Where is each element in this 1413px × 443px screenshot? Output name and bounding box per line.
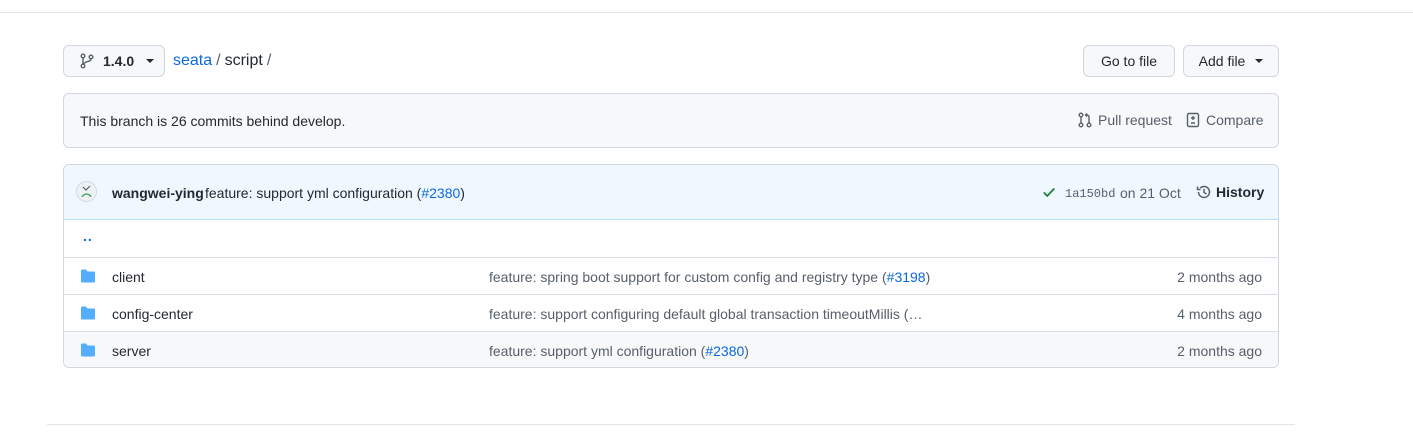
- commit-message[interactable]: feature: support yml configuration (#238…: [205, 185, 465, 201]
- compare-label: Compare: [1206, 112, 1264, 128]
- file-commit-message[interactable]: feature: spring boot support for custom …: [489, 269, 930, 285]
- file-commit-message[interactable]: feature: support yml configuration (#238…: [489, 343, 749, 359]
- table-row: config-center feature: support configuri…: [64, 294, 1278, 331]
- add-file-button[interactable]: Add file: [1183, 45, 1279, 77]
- commit-date: on 21 Oct: [1120, 185, 1181, 201]
- file-commit-message[interactable]: feature: support configuring default glo…: [489, 306, 922, 322]
- commit-sha-link[interactable]: 1a150bd: [1065, 187, 1115, 201]
- check-icon[interactable]: [1042, 185, 1056, 199]
- compare-icon: [1186, 112, 1200, 128]
- commit-message-end: ): [460, 185, 465, 201]
- pr-link[interactable]: #2380: [705, 343, 744, 359]
- chevron-down-icon: [146, 59, 155, 63]
- file-name-link[interactable]: client: [112, 269, 145, 285]
- folder-icon: [81, 343, 95, 357]
- branch-name: 1.4.0: [103, 53, 135, 69]
- breadcrumb-folder: script: [224, 52, 263, 69]
- table-row: server feature: support yml configuratio…: [64, 331, 1278, 367]
- go-to-file-button[interactable]: Go to file: [1083, 45, 1175, 77]
- avatar[interactable]: [76, 181, 97, 202]
- compare-link[interactable]: Compare: [1185, 112, 1264, 128]
- pull-request-icon: [1078, 112, 1092, 128]
- file-commit-message-text: feature: support yml configuration (: [489, 343, 706, 359]
- breadcrumb: seata / script /: [173, 52, 271, 70]
- file-age: 2 months ago: [1177, 343, 1262, 359]
- file-commit-message-end: ): [925, 269, 931, 285]
- branch-selector-button[interactable]: 1.4.0: [63, 45, 165, 77]
- breadcrumb-separator: /: [266, 52, 272, 69]
- commit-message-text: feature: support yml configuration (: [205, 185, 422, 201]
- folder-icon: [81, 306, 95, 320]
- git-branch-icon: [80, 53, 94, 69]
- file-name-link[interactable]: config-center: [112, 306, 193, 322]
- history-link[interactable]: History: [1196, 184, 1264, 200]
- branch-status-banner: This branch is 26 commits behind develop…: [63, 93, 1279, 148]
- chevron-down-icon: [1255, 59, 1264, 63]
- file-name-link[interactable]: server: [112, 343, 151, 359]
- pull-request-label: Pull request: [1098, 112, 1172, 128]
- parent-directory-row[interactable]: ..: [64, 220, 1278, 257]
- file-commit-message-text: feature: spring boot support for custom …: [489, 269, 887, 285]
- latest-commit-row: wangwei-ying feature: support yml config…: [64, 165, 1278, 220]
- add-file-label: Add file: [1198, 53, 1246, 69]
- breadcrumb-separator: /: [216, 52, 221, 69]
- branch-status-text: This branch is 26 commits behind develop…: [80, 113, 346, 129]
- folder-icon: [81, 269, 95, 283]
- bottom-divider: [47, 424, 1295, 425]
- commit-author-link[interactable]: wangwei-ying: [112, 185, 204, 201]
- file-commit-message-text: feature: support configuring default glo…: [489, 306, 923, 322]
- pull-request-link[interactable]: Pull request: [1077, 112, 1172, 128]
- file-commit-message-end: ): [744, 343, 749, 359]
- file-age: 2 months ago: [1177, 269, 1262, 285]
- top-divider: [0, 12, 1413, 13]
- pr-link[interactable]: #2380: [421, 185, 460, 201]
- table-row: client feature: spring boot support for …: [64, 257, 1278, 294]
- parent-directory-link[interactable]: ..: [83, 228, 93, 244]
- breadcrumb-repo-link[interactable]: seata: [173, 52, 212, 70]
- pr-link[interactable]: #3198: [887, 269, 926, 285]
- file-age: 4 months ago: [1177, 306, 1262, 322]
- file-browser: wangwei-ying feature: support yml config…: [63, 164, 1279, 368]
- history-label: History: [1216, 184, 1265, 200]
- history-icon: [1196, 185, 1211, 199]
